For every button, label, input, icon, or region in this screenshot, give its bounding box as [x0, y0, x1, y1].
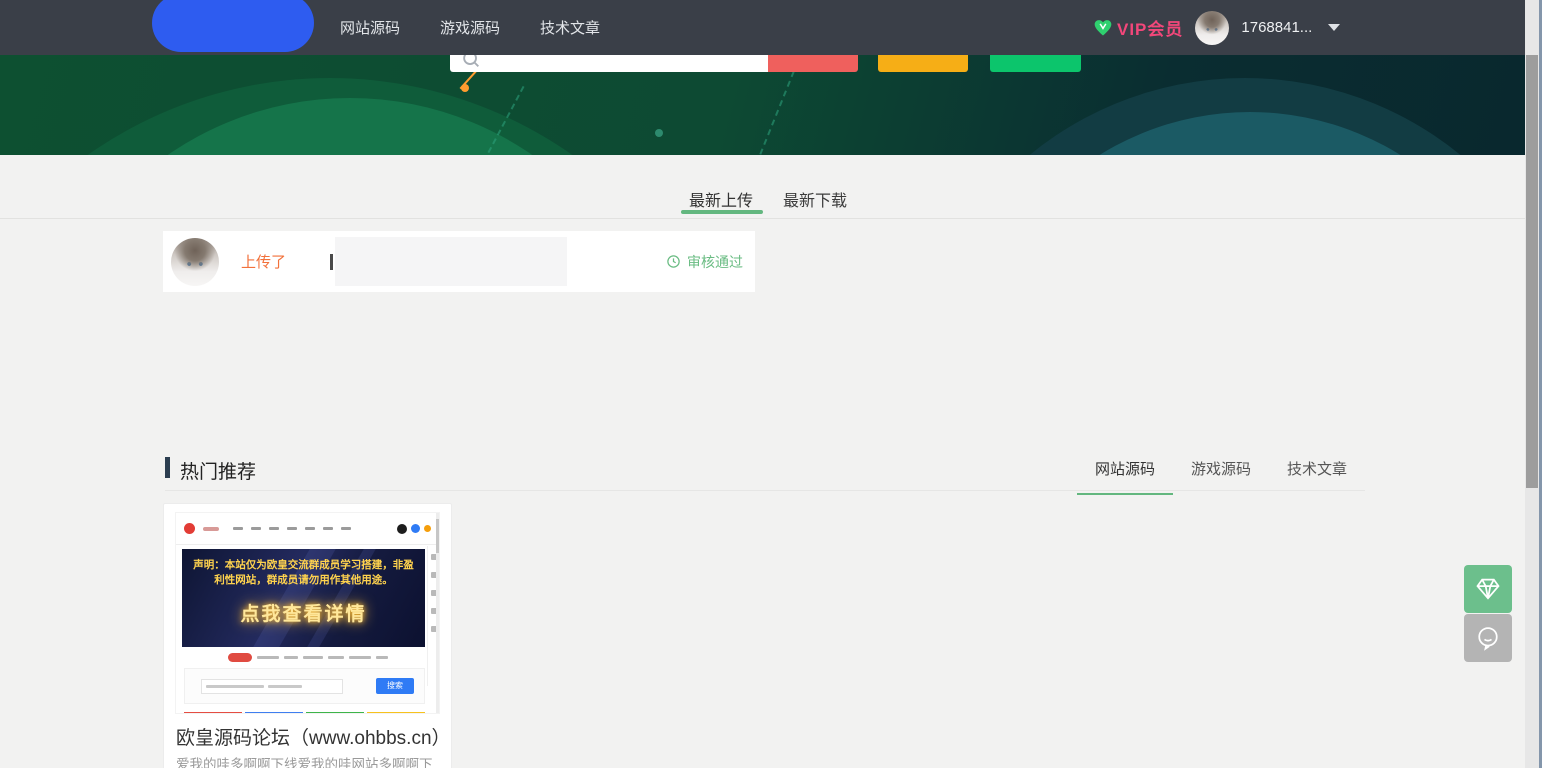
user-avatar[interactable]	[1195, 11, 1229, 45]
banner-statement-line1: 声明：本站仅为欧皇交流群成员学习搭建，非盈	[182, 549, 425, 573]
recommend-card[interactable]: 声明：本站仅为欧皇交流群成员学习搭建，非盈 利性网站，群成员请勿用作其他用途。 …	[163, 503, 452, 768]
thumb-category-bars	[184, 712, 425, 714]
thumb-scrollbar	[436, 513, 439, 713]
upload-action-label: 上传了	[241, 251, 286, 272]
review-status-label: 审核通过	[687, 252, 743, 272]
section-divider	[165, 490, 1365, 491]
card-description: 爱我的哇多啊啊下线爱我的哇网站多啊啊下线	[176, 753, 444, 768]
browser-scrollbar[interactable]	[1525, 0, 1542, 768]
redacted-text-fragment	[330, 254, 333, 270]
section-title-bar	[165, 457, 170, 478]
floating-vip-button[interactable]	[1464, 565, 1512, 613]
thumb-logo-icon	[184, 523, 195, 534]
navbar-right: VIP会员 1768841...	[1093, 0, 1340, 55]
thumb-search-button: 搜索	[376, 678, 414, 694]
nav-item-website-source[interactable]: 网站源码	[340, 17, 400, 38]
diamond-icon	[1474, 575, 1502, 603]
nav-item-game-source[interactable]: 游戏源码	[440, 17, 500, 38]
site-logo[interactable]	[152, 0, 314, 52]
hot-recommend-title: 热门推荐	[180, 457, 256, 484]
thumb-search-input	[201, 679, 343, 694]
thumb-search-panel: 搜索	[184, 668, 425, 704]
dashed-line-decoration	[759, 61, 798, 154]
banner-cta-text: 点我查看详情	[182, 599, 425, 626]
username: 1768841...	[1241, 19, 1312, 36]
chat-icon	[1474, 624, 1502, 652]
vip-membership-link[interactable]: VIP会员	[1093, 15, 1183, 40]
thumb-mini-navbar	[176, 513, 439, 545]
thumb-announcement-banner: 声明：本站仅为欧皇交流群成员学习搭建，非盈 利性网站，群成员请勿用作其他用途。 …	[182, 549, 425, 647]
tab-latest-downloads[interactable]: 最新下载	[780, 187, 850, 211]
banner-statement-line2: 利性网站，群成员请勿用作其他用途。	[182, 573, 425, 588]
floating-chat-button[interactable]	[1464, 614, 1512, 662]
chevron-down-icon[interactable]	[1328, 24, 1340, 31]
uploader-avatar[interactable]	[171, 238, 219, 286]
review-status-badge: 审核通过	[666, 252, 743, 272]
dot-decoration	[655, 129, 663, 137]
thumb-avatar-icon	[397, 524, 407, 534]
card-thumbnail[interactable]: 声明：本站仅为欧皇交流群成员学习搭建，非盈 利性网站，群成员请勿用作其他用途。 …	[175, 512, 440, 714]
vip-heart-icon	[1093, 18, 1113, 38]
thumb-nav-icons	[397, 524, 431, 534]
thumb-icon	[424, 525, 431, 532]
top-navbar: 网站源码 游戏源码 技术文章 VIP会员 1768841...	[0, 0, 1525, 55]
thumb-logo-text	[203, 527, 219, 531]
dot-decoration	[461, 84, 469, 92]
nav-links: 网站源码 游戏源码 技术文章	[340, 0, 600, 55]
thumb-menu-items	[233, 527, 351, 530]
thumb-red-badge	[228, 653, 252, 662]
vip-label: VIP会员	[1117, 15, 1183, 40]
active-tab-underline	[681, 210, 763, 214]
thumb-icon	[411, 524, 420, 533]
thumb-breadcrumb-row	[176, 653, 439, 662]
scrollbar-thumb[interactable]	[1526, 55, 1538, 488]
clock-icon	[666, 254, 681, 269]
card-title[interactable]: 欧皇源码论坛（www.ohbbs.cn）	[176, 723, 444, 750]
nav-item-tech-articles[interactable]: 技术文章	[540, 17, 600, 38]
redacted-title-box	[335, 237, 567, 286]
tab-latest-uploads[interactable]: 最新上传	[676, 187, 766, 211]
upload-feed-item[interactable]: 上传了 审核通过	[163, 231, 755, 292]
